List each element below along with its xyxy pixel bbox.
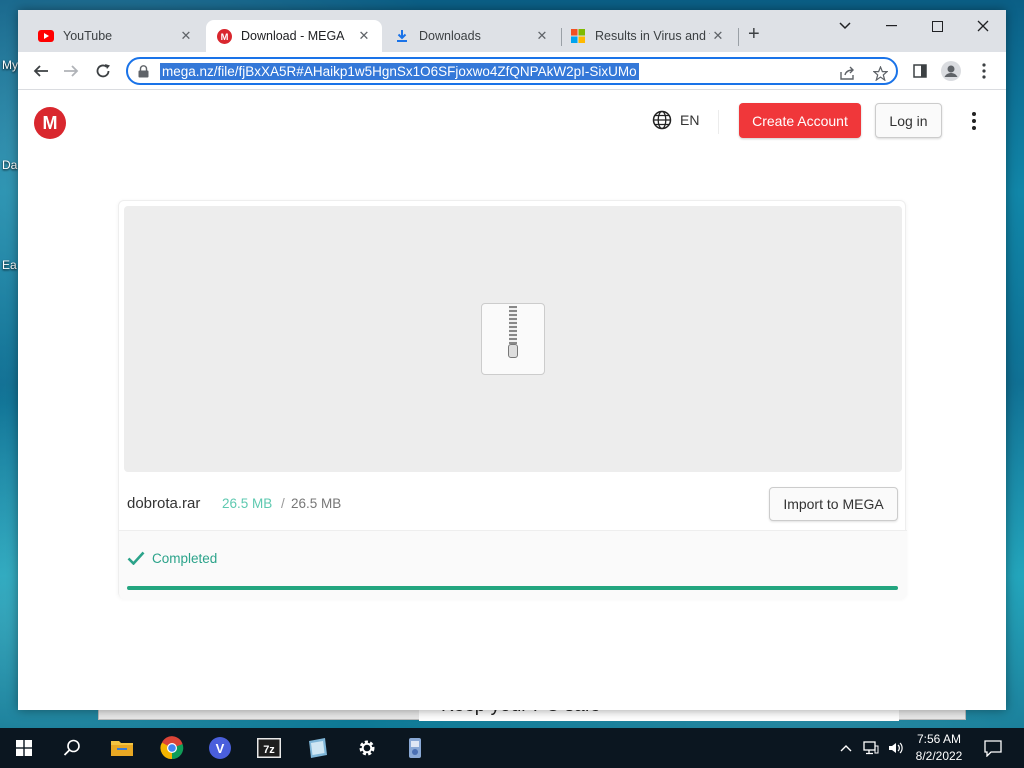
login-button[interactable]: Log in [875,103,942,138]
bookmark-star-icon[interactable] [870,63,890,83]
file-download-card: dobrota.rar 26.5 MB / 26.5 MB Import to … [118,200,907,599]
svg-text:V: V [216,741,225,756]
lock-icon[interactable] [138,64,152,78]
tab-youtube[interactable]: YouTube ✕ [28,20,204,52]
tab-mega[interactable]: M Download - MEGA ✕ [206,20,382,52]
header-divider [718,110,719,134]
vpn-app-icon[interactable]: V [196,728,244,768]
network-icon[interactable] [858,728,884,768]
create-account-button[interactable]: Create Account [739,103,861,138]
browser-menu-icon[interactable] [973,60,995,82]
svg-text:7z: 7z [263,744,275,756]
maximize-button[interactable] [914,14,960,38]
taskbar-clock-date[interactable]: 8/2/2022 [910,749,968,763]
7zip-icon[interactable]: 7z [245,728,293,768]
close-tab-icon[interactable]: ✕ [710,28,726,44]
reload-icon[interactable] [92,60,114,82]
installer-app-icon[interactable] [391,728,439,768]
mega-logo[interactable]: M [34,107,66,139]
tab-microsoft-results[interactable]: Results in Virus and th ✕ [560,20,736,52]
tab-title: Download - MEGA [241,29,345,43]
desktop-icon-label[interactable]: Da [2,158,17,172]
profile-avatar-icon[interactable] [940,60,962,82]
language-selector[interactable]: EN [652,110,699,130]
search-icon[interactable] [48,728,96,768]
desktop-icon-label[interactable]: Ea [2,258,17,272]
microsoft-icon [570,28,586,44]
close-window-button[interactable] [960,14,1006,38]
mega-icon: M [216,28,232,44]
size-separator: / [281,496,285,511]
new-tab-button[interactable]: + [748,24,760,44]
minimize-button[interactable] [868,14,914,38]
tab-strip: YouTube ✕ M Download - MEGA ✕ Downloads … [18,10,1006,52]
language-label: EN [680,112,700,128]
close-tab-icon[interactable]: ✕ [178,28,194,44]
browser-toolbar: mega.nz/file/fjBxXA5R#AHaikp1w5HgnSx1O6S… [18,52,1006,90]
download-progress-fill [127,586,898,590]
side-panel-icon[interactable] [909,60,931,82]
downloaded-size: 26.5 MB [222,496,273,511]
tab-title: Results in Virus and th [595,29,710,43]
more-options-icon[interactable] [968,110,980,132]
taskbar-clock-time[interactable]: 7:56 AM [910,732,968,746]
share-icon[interactable] [838,63,858,83]
close-tab-icon[interactable]: ✕ [356,28,372,44]
file-info-row: dobrota.rar 26.5 MB / 26.5 MB Import to … [119,477,907,531]
file-explorer-icon[interactable] [98,728,146,768]
forward-arrow-icon[interactable] [60,60,82,82]
volume-icon[interactable] [884,728,908,768]
import-to-mega-button[interactable]: Import to MEGA [769,487,898,521]
globe-icon [652,110,672,130]
mega-page: M EN Create Account Log in dobrota.rar 2… [18,90,1006,710]
notification-center-icon[interactable] [978,728,1008,768]
close-tab-icon[interactable]: ✕ [534,28,550,44]
youtube-icon [38,28,54,44]
tab-title: Downloads [419,29,481,43]
chrome-icon[interactable] [148,728,196,768]
chevron-up-icon[interactable] [834,728,858,768]
download-progress-bar [127,586,898,590]
tab-downloads[interactable]: Downloads ✕ [384,20,560,52]
svg-text:M: M [220,31,228,41]
download-status-text: Completed [152,551,218,566]
taskbar: V 7z 7:56 AM 8/2/2022 [0,728,1024,768]
address-bar[interactable]: mega.nz/file/fjBxXA5R#AHaikp1w5HgnSx1O6S… [126,57,898,85]
tab-separator [738,28,739,46]
back-arrow-icon[interactable] [30,60,52,82]
chevron-down-icon[interactable] [822,14,868,38]
download-icon [394,28,410,44]
browser-window: YouTube ✕ M Download - MEGA ✕ Downloads … [18,10,1006,710]
notebook-app-icon[interactable] [294,728,342,768]
checkmark-icon [127,551,145,570]
settings-gear-icon[interactable] [343,728,391,768]
url-text[interactable]: mega.nz/file/fjBxXA5R#AHaikp1w5HgnSx1O6S… [160,62,639,80]
file-preview-area [124,206,902,472]
file-name: dobrota.rar [127,495,201,512]
tab-title: YouTube [63,29,113,43]
total-size: 26.5 MB [291,496,342,511]
desktop-icon-label[interactable]: My [2,58,18,72]
archive-file-icon [481,303,545,375]
download-status-row: Completed [119,531,907,599]
windows-start-icon[interactable] [0,728,48,768]
